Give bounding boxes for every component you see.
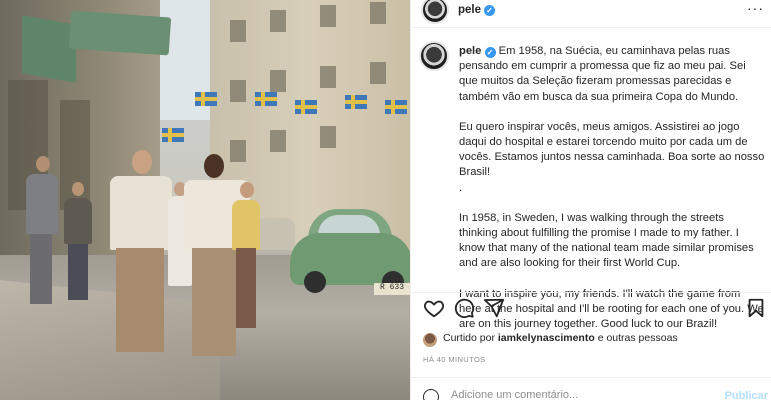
window bbox=[230, 80, 246, 102]
caption-paragraph-en: In 1958, in Sweden, I was walking throug… bbox=[459, 211, 754, 270]
heart-icon[interactable] bbox=[423, 297, 445, 319]
comment-bar: Publicar bbox=[411, 385, 771, 400]
window bbox=[320, 126, 336, 148]
pedestrian bbox=[24, 156, 60, 311]
swedish-flag bbox=[255, 92, 277, 106]
swedish-flag bbox=[295, 100, 317, 114]
window bbox=[320, 5, 336, 27]
caption-username[interactable]: pele bbox=[459, 45, 481, 57]
caption-avatar[interactable] bbox=[419, 41, 449, 71]
likes-summary[interactable]: Curtido por iamkelynascimento e outras p… bbox=[443, 332, 678, 344]
post-panel: pele ✓ ··· pele ✓ Em 1958, na Suécia, eu… bbox=[410, 0, 771, 400]
window bbox=[370, 62, 386, 84]
divider bbox=[411, 292, 771, 293]
window bbox=[320, 66, 336, 88]
swedish-flag bbox=[345, 95, 367, 109]
post-header: pele ✓ ··· bbox=[411, 0, 771, 25]
post-photo[interactable]: R 633 bbox=[0, 0, 410, 400]
car-wheel bbox=[304, 271, 326, 293]
pedestrian bbox=[106, 150, 176, 358]
publish-button[interactable]: Publicar bbox=[725, 390, 768, 400]
window bbox=[270, 70, 286, 92]
license-plate: R 633 bbox=[374, 283, 410, 295]
paper-plane-icon[interactable] bbox=[483, 297, 505, 319]
header-username[interactable]: pele bbox=[458, 4, 481, 16]
window bbox=[270, 10, 286, 32]
caption-paragraph-pt-2: Eu quero inspirar vocês, meus amigos. As… bbox=[459, 120, 765, 194]
verified-badge-icon: ✓ bbox=[484, 5, 495, 16]
window bbox=[370, 2, 386, 24]
more-options-icon[interactable]: ··· bbox=[747, 0, 764, 16]
smiley-icon[interactable] bbox=[423, 389, 439, 400]
likes-suffix: e outras pessoas bbox=[597, 332, 678, 344]
caption-paragraph-pt: pele ✓ Em 1958, na Suécia, eu caminhava … bbox=[459, 44, 765, 105]
comment-icon[interactable] bbox=[453, 297, 475, 319]
divider bbox=[411, 27, 771, 28]
verified-badge-icon: ✓ bbox=[484, 47, 496, 58]
swedish-flag bbox=[385, 100, 407, 114]
green-car: R 633 bbox=[290, 205, 410, 300]
liker-avatar[interactable] bbox=[423, 333, 437, 347]
window bbox=[270, 130, 286, 152]
swedish-flag bbox=[162, 128, 184, 142]
divider bbox=[411, 377, 771, 378]
shop-sign bbox=[68, 10, 172, 56]
action-bar bbox=[411, 297, 771, 323]
distant-car bbox=[255, 218, 295, 250]
likes-prefix: Curtido por bbox=[443, 332, 495, 344]
swedish-flag bbox=[195, 92, 217, 106]
likes-user[interactable]: iamkelynascimento bbox=[498, 332, 595, 344]
avatar[interactable] bbox=[421, 0, 449, 24]
window bbox=[230, 20, 246, 42]
post-timestamp[interactable]: HÁ 40 MINUTOS bbox=[423, 355, 486, 364]
comment-input[interactable] bbox=[451, 389, 711, 400]
shop-sign bbox=[22, 15, 76, 83]
pedestrian bbox=[62, 182, 94, 302]
pedestrian bbox=[232, 182, 260, 332]
bookmark-icon[interactable] bbox=[745, 297, 767, 319]
caption-text-1: Em 1958, na Suécia, eu caminhava pelas r… bbox=[459, 45, 746, 103]
